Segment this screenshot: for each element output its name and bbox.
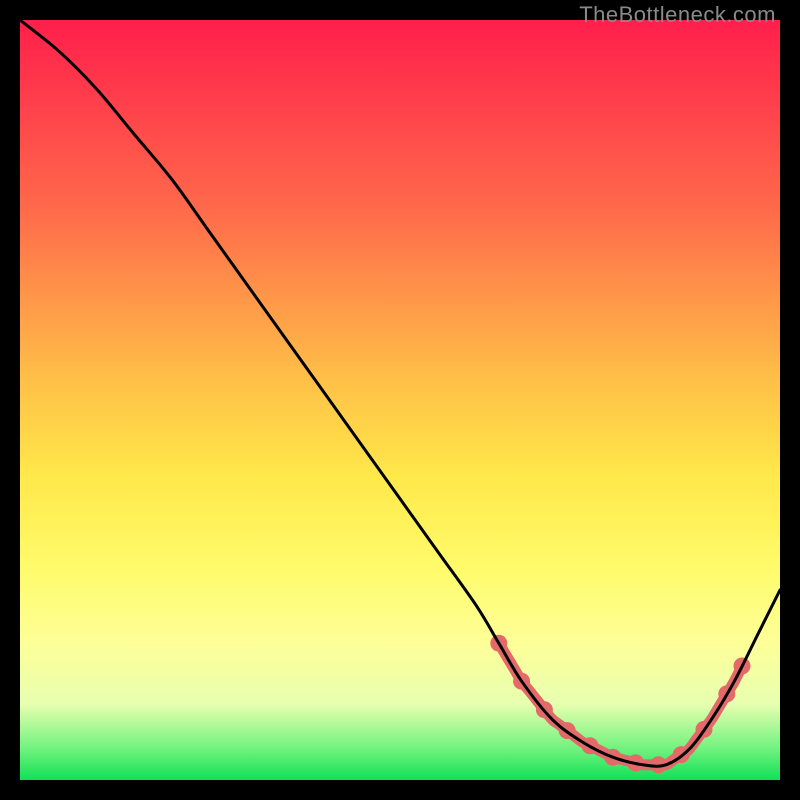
- plot-area: [20, 20, 780, 780]
- curve-path: [20, 20, 780, 766]
- attribution-text: TheBottleneck.com: [579, 2, 776, 28]
- chart-svg: [20, 20, 780, 780]
- highlight-dots: [490, 635, 750, 774]
- highlight-group: [490, 635, 750, 774]
- highlight-path: [499, 643, 742, 765]
- chart-stage: TheBottleneck.com: [0, 0, 800, 800]
